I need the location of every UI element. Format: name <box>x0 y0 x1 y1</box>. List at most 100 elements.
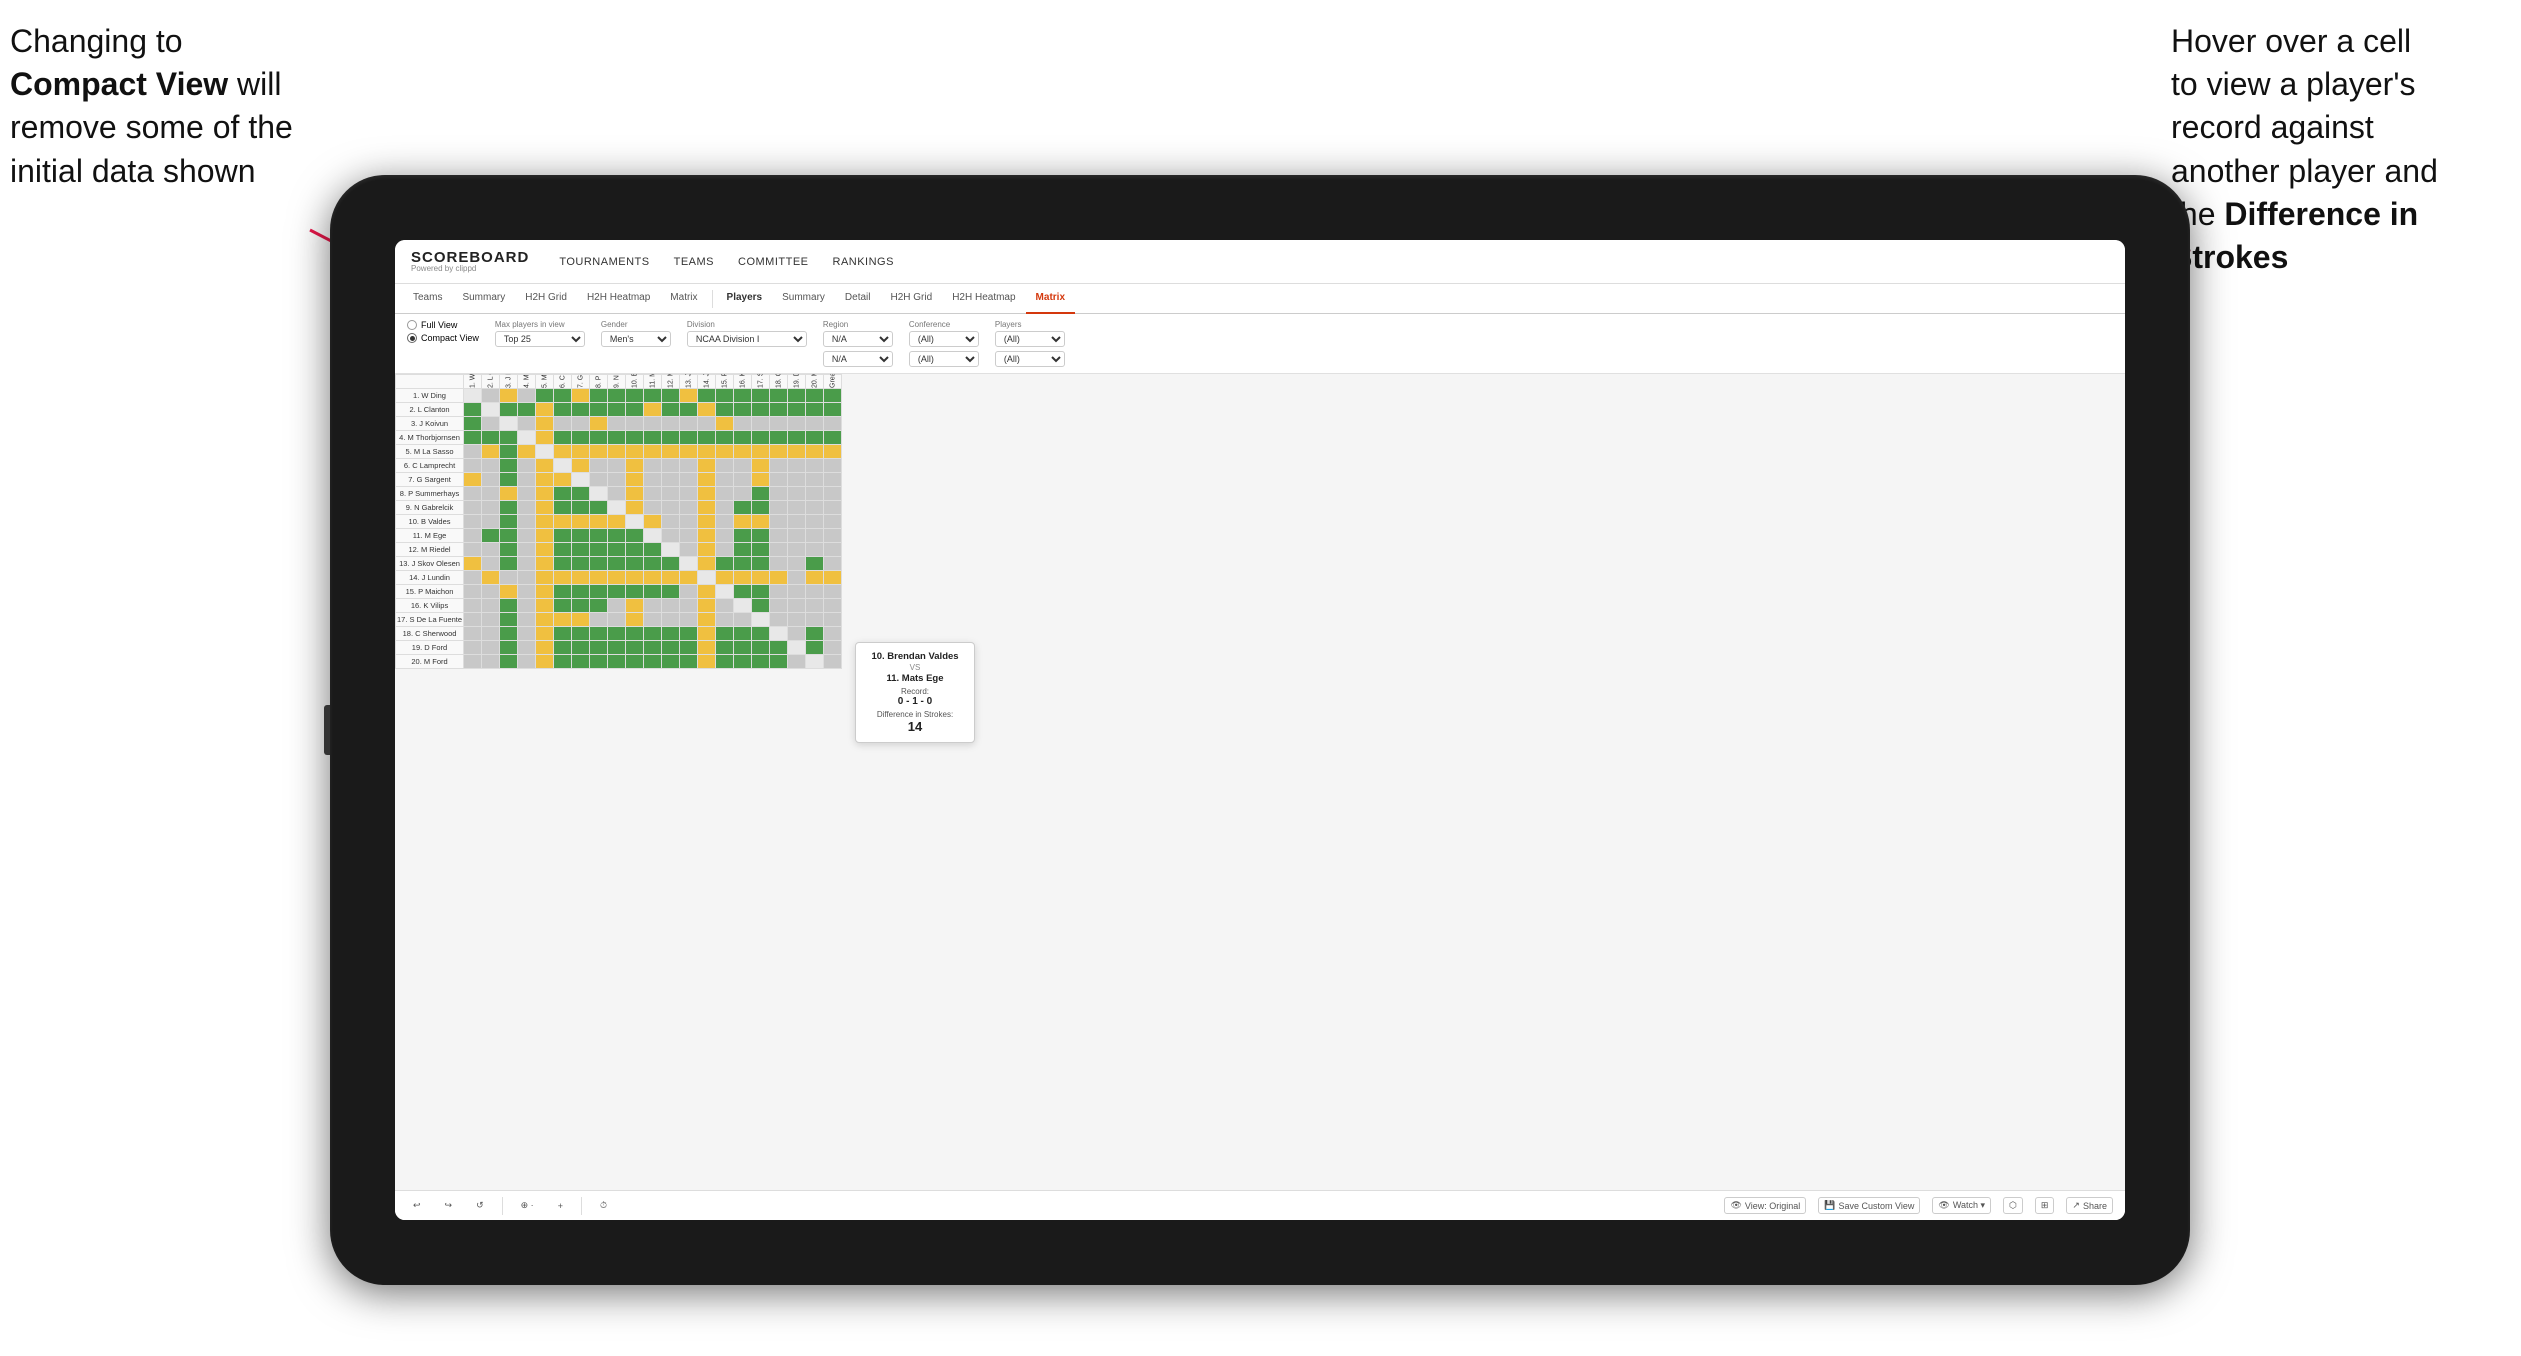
matrix-cell[interactable] <box>590 431 608 445</box>
matrix-cell[interactable] <box>608 501 626 515</box>
gender-select[interactable]: Men's <box>601 331 671 347</box>
matrix-cell[interactable] <box>590 473 608 487</box>
matrix-cell[interactable] <box>698 473 716 487</box>
matrix-cell[interactable] <box>788 655 806 669</box>
matrix-cell[interactable] <box>518 613 536 627</box>
matrix-cell[interactable] <box>770 417 788 431</box>
matrix-cell[interactable] <box>590 389 608 403</box>
matrix-cell[interactable] <box>464 613 482 627</box>
matrix-cell[interactable] <box>698 599 716 613</box>
matrix-cell[interactable] <box>662 641 680 655</box>
matrix-cell[interactable] <box>608 557 626 571</box>
matrix-cell[interactable] <box>680 557 698 571</box>
matrix-cell[interactable] <box>824 543 842 557</box>
matrix-cell[interactable] <box>644 501 662 515</box>
tab-teams[interactable]: Teams <box>403 284 452 314</box>
matrix-cell[interactable] <box>644 543 662 557</box>
matrix-cell[interactable] <box>716 641 734 655</box>
matrix-cell[interactable] <box>590 487 608 501</box>
matrix-cell[interactable] <box>608 585 626 599</box>
matrix-cell[interactable] <box>770 473 788 487</box>
matrix-cell[interactable] <box>482 445 500 459</box>
matrix-cell[interactable] <box>680 571 698 585</box>
matrix-cell[interactable] <box>698 459 716 473</box>
matrix-cell[interactable] <box>752 445 770 459</box>
matrix-cell[interactable] <box>608 431 626 445</box>
matrix-cell[interactable] <box>536 403 554 417</box>
matrix-cell[interactable] <box>572 627 590 641</box>
matrix-cell[interactable] <box>554 571 572 585</box>
matrix-cell[interactable] <box>554 557 572 571</box>
matrix-cell[interactable] <box>662 487 680 501</box>
matrix-cell[interactable] <box>590 445 608 459</box>
matrix-cell[interactable] <box>536 487 554 501</box>
matrix-cell[interactable] <box>464 627 482 641</box>
matrix-cell[interactable] <box>806 655 824 669</box>
matrix-cell[interactable] <box>572 417 590 431</box>
matrix-cell[interactable] <box>536 473 554 487</box>
matrix-cell[interactable] <box>788 459 806 473</box>
matrix-cell[interactable] <box>770 487 788 501</box>
matrix-cell[interactable] <box>536 515 554 529</box>
compact-view-radio[interactable] <box>407 333 417 343</box>
matrix-cell[interactable] <box>536 557 554 571</box>
matrix-cell[interactable] <box>662 585 680 599</box>
matrix-cell[interactable] <box>626 641 644 655</box>
matrix-cell[interactable] <box>608 515 626 529</box>
matrix-cell[interactable] <box>482 557 500 571</box>
matrix-cell[interactable] <box>482 403 500 417</box>
matrix-cell[interactable] <box>626 529 644 543</box>
matrix-cell[interactable] <box>662 599 680 613</box>
matrix-cell[interactable] <box>698 389 716 403</box>
matrix-cell[interactable] <box>680 417 698 431</box>
matrix-cell[interactable] <box>518 473 536 487</box>
matrix-cell[interactable] <box>716 585 734 599</box>
matrix-cell[interactable] <box>626 571 644 585</box>
matrix-cell[interactable] <box>752 473 770 487</box>
matrix-cell[interactable] <box>554 403 572 417</box>
matrix-cell[interactable] <box>788 599 806 613</box>
matrix-cell[interactable] <box>608 487 626 501</box>
forward-button[interactable]: ↪ <box>439 1197 459 1214</box>
matrix-cell[interactable] <box>644 417 662 431</box>
matrix-cell[interactable] <box>572 445 590 459</box>
matrix-cell[interactable] <box>608 389 626 403</box>
matrix-cell[interactable] <box>644 473 662 487</box>
matrix-cell[interactable] <box>788 557 806 571</box>
matrix-cell[interactable] <box>500 501 518 515</box>
matrix-cell[interactable] <box>626 445 644 459</box>
matrix-cell[interactable] <box>806 501 824 515</box>
matrix-cell[interactable] <box>536 417 554 431</box>
division-select[interactable]: NCAA Division I <box>687 331 807 347</box>
matrix-cell[interactable] <box>698 627 716 641</box>
matrix-cell[interactable] <box>824 487 842 501</box>
matrix-cell[interactable] <box>824 599 842 613</box>
matrix-cell[interactable] <box>716 515 734 529</box>
matrix-cell[interactable] <box>644 431 662 445</box>
matrix-cell[interactable] <box>716 459 734 473</box>
matrix-cell[interactable] <box>698 403 716 417</box>
matrix-cell[interactable] <box>572 613 590 627</box>
matrix-cell[interactable] <box>734 571 752 585</box>
clock-button[interactable]: ⏱ <box>594 1197 613 1214</box>
matrix-cell[interactable] <box>482 571 500 585</box>
matrix-cell[interactable] <box>464 571 482 585</box>
matrix-cell[interactable] <box>464 403 482 417</box>
matrix-cell[interactable] <box>536 571 554 585</box>
matrix-cell[interactable] <box>500 431 518 445</box>
tab-matrix-1[interactable]: Matrix <box>660 284 707 314</box>
matrix-cell[interactable] <box>734 403 752 417</box>
matrix-cell[interactable] <box>536 389 554 403</box>
matrix-cell[interactable] <box>806 403 824 417</box>
matrix-cell[interactable] <box>590 417 608 431</box>
matrix-cell[interactable] <box>806 445 824 459</box>
matrix-cell[interactable] <box>662 473 680 487</box>
nav-tournaments[interactable]: TOURNAMENTS <box>559 254 649 270</box>
matrix-cell[interactable] <box>536 543 554 557</box>
matrix-cell[interactable] <box>662 613 680 627</box>
matrix-cell[interactable] <box>590 585 608 599</box>
matrix-cell[interactable] <box>770 613 788 627</box>
matrix-cell[interactable] <box>734 515 752 529</box>
matrix-cell[interactable] <box>482 389 500 403</box>
matrix-cell[interactable] <box>464 557 482 571</box>
